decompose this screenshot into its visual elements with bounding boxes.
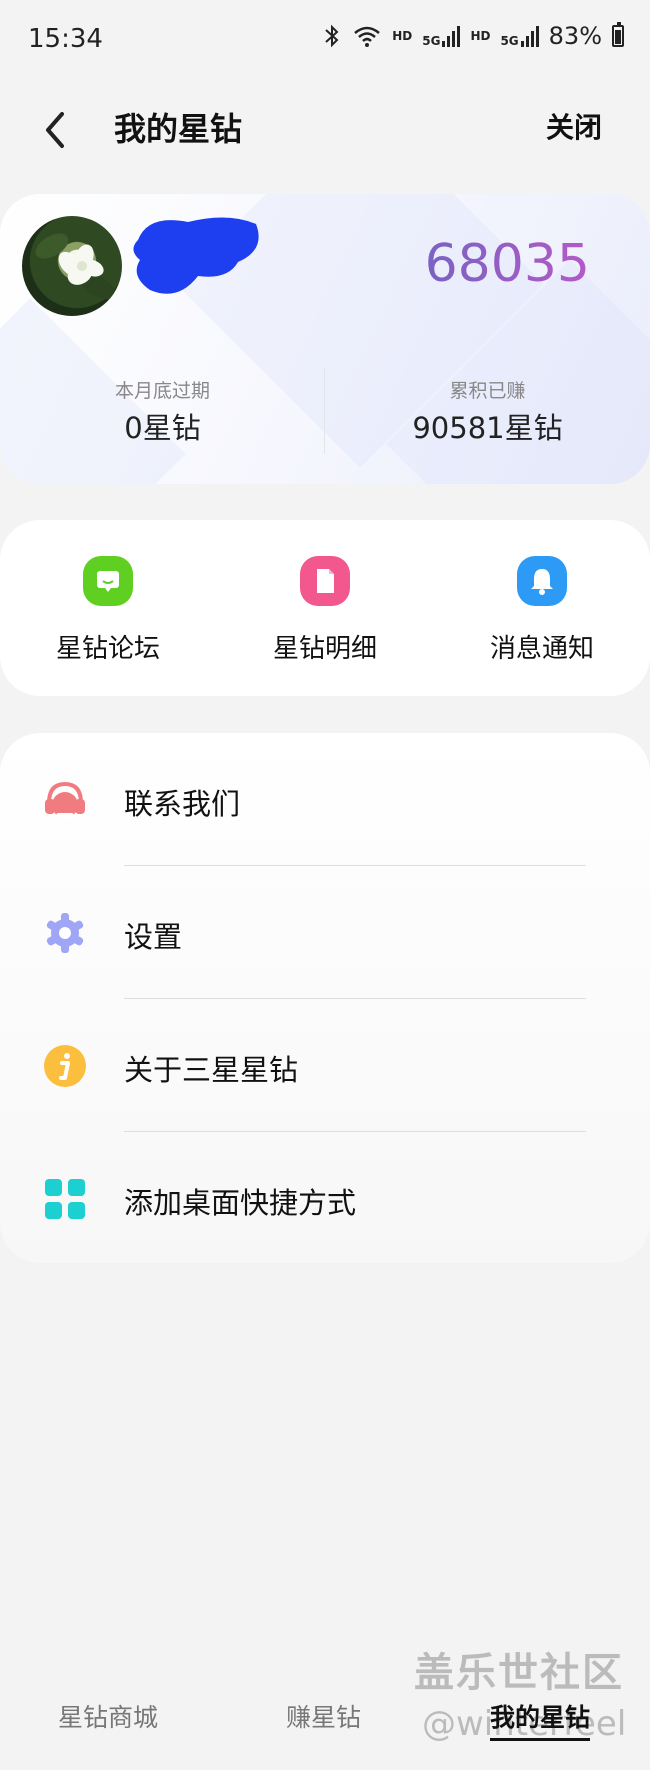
status-time: 15:34 xyxy=(28,24,103,54)
page-title: 我的星钻 xyxy=(114,110,243,148)
stat-earned: 累积已赚 90581星钻 xyxy=(325,376,650,447)
document-icon xyxy=(300,556,350,606)
bell-icon xyxy=(517,556,567,606)
nav-tab-earn[interactable]: 赚星钻 xyxy=(286,1698,361,1734)
balance-value: 68035 xyxy=(424,234,590,294)
close-button[interactable]: 关闭 xyxy=(546,106,602,146)
profile-card: 68035 本月底过期 0星钻 累积已赚 90581星钻 xyxy=(0,194,650,484)
chevron-left-icon xyxy=(46,112,64,148)
quick-action-label: 消息通知 xyxy=(489,634,594,664)
status-bar: 15:34 HD 5G HD 5G 83% xyxy=(0,0,650,80)
bottom-nav: 星钻商城 赚星钻 我的星钻 xyxy=(0,1672,650,1770)
battery-icon xyxy=(612,22,624,47)
grid-icon xyxy=(45,1179,85,1219)
stat-label: 本月底过期 xyxy=(114,380,210,402)
quick-actions-card: 星钻论坛 星钻明细 消息通知 xyxy=(0,520,650,696)
chat-icon xyxy=(83,556,133,606)
menu-label: 关于三星星钻 xyxy=(124,1053,299,1087)
signal-icon: 5G xyxy=(422,25,461,47)
menu-label: 设置 xyxy=(124,920,183,954)
nav-tab-store[interactable]: 星钻商城 xyxy=(58,1698,158,1734)
menu-card: 联系我们 设置 关于三星星钻 添加桌面快捷方式 xyxy=(0,733,650,1263)
stat-label: 累积已赚 xyxy=(449,380,526,402)
hd-badge: HD xyxy=(392,29,413,43)
menu-item-about[interactable]: 关于三星星钻 xyxy=(0,999,650,1132)
menu-item-shortcut[interactable]: 添加桌面快捷方式 xyxy=(0,1132,650,1265)
forum-button[interactable]: 星钻论坛 xyxy=(0,556,216,665)
signal-icon: 5G xyxy=(500,25,539,47)
redacted-username xyxy=(133,217,259,294)
battery-percent: 83% xyxy=(548,22,602,50)
details-button[interactable]: 星钻明细 xyxy=(217,556,433,665)
info-icon xyxy=(44,1045,86,1087)
flower-image xyxy=(35,233,116,300)
headset-icon xyxy=(45,781,85,818)
quick-action-label: 星钻明细 xyxy=(272,634,377,664)
menu-item-contact[interactable]: 联系我们 xyxy=(0,733,650,866)
stat-value: 0星钻 xyxy=(124,411,201,445)
bluetooth-icon xyxy=(325,24,339,48)
gear-icon xyxy=(46,913,84,953)
menu-label: 联系我们 xyxy=(124,787,241,821)
back-button[interactable] xyxy=(36,102,76,158)
nav-tab-my-stars[interactable]: 我的星钻 xyxy=(490,1698,591,1741)
app-header: 我的星钻 关闭 xyxy=(0,80,650,180)
notifications-button[interactable]: 消息通知 xyxy=(434,556,650,665)
stat-value: 90581星钻 xyxy=(412,411,563,445)
stat-expiring: 本月底过期 0星钻 xyxy=(0,376,325,447)
menu-label: 添加桌面快捷方式 xyxy=(124,1186,357,1220)
status-icons: HD 5G HD 5G 83% xyxy=(322,22,624,50)
wifi-icon xyxy=(354,26,381,47)
menu-item-settings[interactable]: 设置 xyxy=(0,866,650,999)
quick-action-label: 星钻论坛 xyxy=(55,634,160,664)
avatar[interactable] xyxy=(22,216,122,316)
hd-badge: HD xyxy=(470,29,491,43)
